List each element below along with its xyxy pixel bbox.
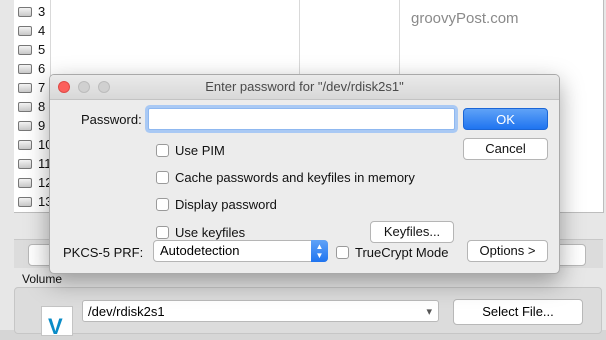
volume-group-label: Volume xyxy=(22,272,63,286)
truecrypt-mode-checkbox[interactable] xyxy=(336,246,349,259)
password-input[interactable] xyxy=(148,108,455,130)
password-label: Password: xyxy=(81,112,142,127)
drive-number: 6 xyxy=(38,61,46,76)
drive-slot-8[interactable]: 8 xyxy=(18,97,45,116)
drive-slot-12[interactable]: 12 xyxy=(18,173,52,192)
options-button[interactable]: Options > xyxy=(467,240,548,262)
drive-icon xyxy=(18,25,32,36)
drive-slot-5[interactable]: 5 xyxy=(18,40,45,59)
watermark: groovyPost.com xyxy=(411,10,519,27)
drive-number: 4 xyxy=(38,23,46,38)
veracrypt-logo: V xyxy=(41,306,73,339)
display-password-checkbox[interactable] xyxy=(156,198,169,211)
display-password-checkbox-row[interactable]: Display password xyxy=(156,197,277,212)
drive-icon xyxy=(18,82,32,93)
chevron-down-icon[interactable]: ▾ xyxy=(426,301,432,323)
prf-value: Autodetection xyxy=(160,243,240,258)
use-keyfiles-checkbox[interactable] xyxy=(156,226,169,239)
drive-slot-10[interactable]: 10 xyxy=(18,135,52,154)
use-keyfiles-checkbox-row[interactable]: Use keyfiles xyxy=(156,225,245,240)
drive-icon xyxy=(18,177,32,188)
drive-number: 9 xyxy=(38,118,46,133)
drive-number: 8 xyxy=(38,99,46,114)
prf-label: PKCS-5 PRF: xyxy=(63,245,144,260)
use-pim-checkbox[interactable] xyxy=(156,144,169,157)
cache-checkbox-row[interactable]: Cache passwords and keyfiles in memory xyxy=(156,170,415,185)
drive-slot-3[interactable]: 3 xyxy=(18,2,45,21)
volume-path-value: /dev/rdisk2s1 xyxy=(88,304,165,319)
truecrypt-mode-label: TrueCrypt Mode xyxy=(355,245,449,260)
cache-checkbox[interactable] xyxy=(156,171,169,184)
dialog-title: Enter password for "/dev/rdisk2s1" xyxy=(205,79,404,94)
drive-slot-9[interactable]: 9 xyxy=(18,116,45,135)
select-file-button[interactable]: Select File... xyxy=(453,299,583,325)
drive-icon xyxy=(18,196,32,207)
drive-icon xyxy=(18,139,32,150)
drive-number: 5 xyxy=(38,42,46,57)
drive-slot-13[interactable]: 13 xyxy=(18,192,52,211)
use-pim-checkbox-row[interactable]: Use PIM xyxy=(156,143,225,158)
drive-number: 3 xyxy=(38,4,46,19)
display-password-label: Display password xyxy=(175,197,277,212)
ok-button[interactable]: OK xyxy=(463,108,548,130)
drive-icon xyxy=(18,63,32,74)
prf-select[interactable]: Autodetection ▲ ▼ xyxy=(153,240,328,262)
cache-label: Cache passwords and keyfiles in memory xyxy=(175,170,415,185)
use-keyfiles-label: Use keyfiles xyxy=(175,225,246,240)
keyfiles-button[interactable]: Keyfiles... xyxy=(370,221,454,243)
drive-slot-11[interactable]: 11 xyxy=(18,154,52,173)
drive-slot-7[interactable]: 7 xyxy=(18,78,45,97)
drive-icon xyxy=(18,101,32,112)
password-dialog: Enter password for "/dev/rdisk2s1" Passw… xyxy=(49,74,560,274)
volume-path-combobox[interactable]: /dev/rdisk2s1 ▾ xyxy=(82,300,439,322)
dialog-titlebar[interactable]: Enter password for "/dev/rdisk2s1" xyxy=(50,75,559,100)
drive-slot-4[interactable]: 4 xyxy=(18,21,45,40)
cancel-button[interactable]: Cancel xyxy=(463,138,548,160)
drive-icon xyxy=(18,120,32,131)
drive-icon xyxy=(18,44,32,55)
drive-icon xyxy=(18,158,32,169)
drive-number: 7 xyxy=(38,80,46,95)
drive-icon xyxy=(18,6,32,17)
drive-slot-6[interactable]: 6 xyxy=(18,59,45,78)
truecrypt-mode-checkbox-row[interactable]: TrueCrypt Mode xyxy=(336,245,448,260)
updown-arrows-icon[interactable]: ▲ ▼ xyxy=(311,240,328,262)
use-pim-label: Use PIM xyxy=(175,143,225,158)
